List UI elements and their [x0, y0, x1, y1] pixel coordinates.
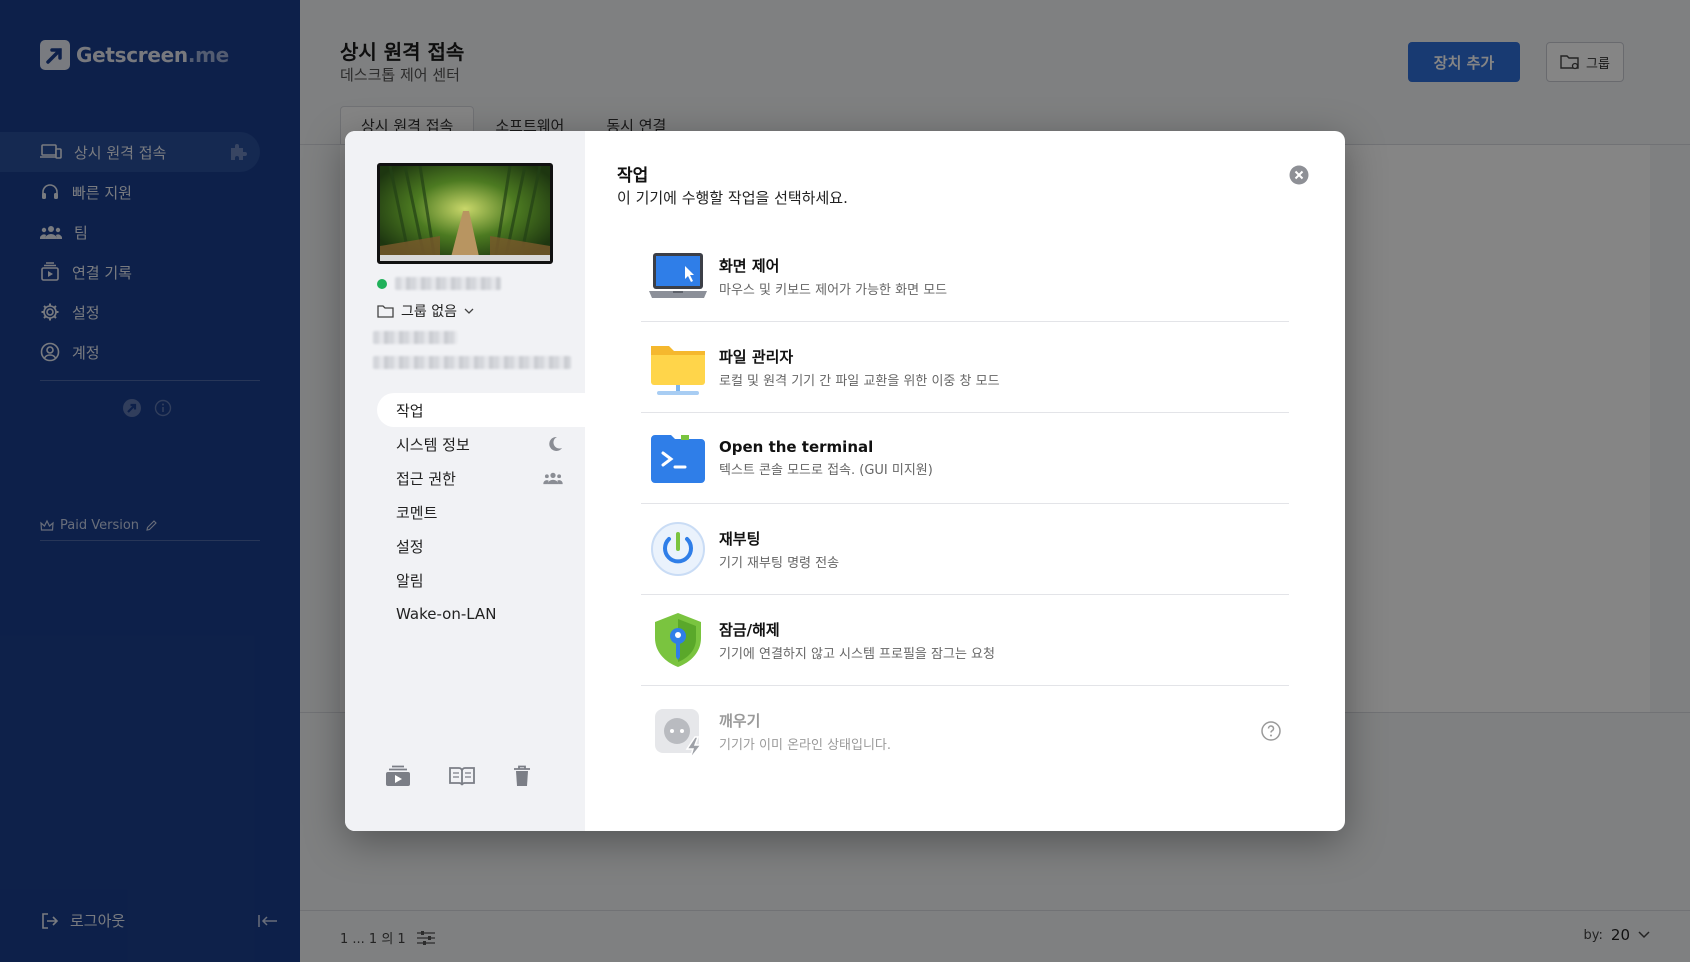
modal-nav-label: 작업 — [396, 401, 424, 420]
device-actions-modal: 그룹 없음 작업 시스템 정보 접근 권한 코멘트 설정 알림 Wake-on-… — [345, 131, 1345, 831]
modal-nav-label: Wake-on-LAN — [396, 605, 497, 623]
action-list: 화면 제어 마우스 및 키보드 제어가 가능한 화면 모드 파일 관리자 로컬 … — [641, 231, 1289, 777]
modal-nav-system-info[interactable]: 시스템 정보 — [377, 427, 585, 461]
action-title: 재부팅 — [719, 529, 761, 548]
device-status — [377, 277, 501, 290]
folder-icon — [651, 346, 705, 395]
action-screen-control[interactable]: 화면 제어 마우스 및 키보드 제어가 가능한 화면 모드 — [641, 231, 1289, 322]
laptop-icon — [649, 253, 707, 298]
modal-nav-label: 설정 — [396, 537, 424, 556]
modal-tools — [385, 765, 531, 787]
book-icon[interactable] — [449, 766, 475, 786]
trash-icon[interactable] — [513, 765, 531, 787]
action-title: 잠금/해제 — [719, 620, 780, 639]
modal-sidebar: 그룹 없음 작업 시스템 정보 접근 권한 코멘트 설정 알림 Wake-on-… — [345, 131, 585, 831]
action-description: 기기가 이미 온라인 상태입니다. — [719, 738, 892, 753]
action-terminal[interactable]: Open the terminal 텍스트 콘솔 모드로 접속. (GUI 미지… — [641, 413, 1289, 504]
modal-nav-access[interactable]: 접근 권한 — [377, 461, 585, 495]
device-screen-thumbnail[interactable] — [377, 163, 553, 264]
folder-icon — [377, 305, 394, 318]
video-recordings-icon[interactable] — [385, 765, 411, 787]
modal-nav-notifications[interactable]: 알림 — [377, 563, 585, 597]
modal-content: 작업 이 기기에 수행할 작업을 선택하세요. 화면 제어 마우스 및 키보드 … — [585, 131, 1345, 831]
bamboo-wallpaper-image — [380, 166, 550, 261]
modal-nav-label: 접근 권한 — [396, 469, 456, 488]
team-icon — [543, 472, 563, 485]
action-file-manager[interactable]: 파일 관리자 로컬 및 원격 기기 간 파일 교환을 위한 이중 창 모드 — [641, 322, 1289, 413]
chevron-down-icon — [464, 308, 474, 314]
modal-nav-label: 알림 — [396, 571, 424, 590]
help-icon[interactable] — [1261, 721, 1281, 741]
shield-key-icon — [655, 613, 701, 667]
power-icon — [651, 522, 705, 576]
action-description: 마우스 및 키보드 제어가 가능한 화면 모드 — [719, 282, 948, 298]
action-description: 로컬 및 원격 기기 간 파일 교환을 위한 이중 창 모드 — [719, 373, 1000, 389]
action-description: 기기에 연결하지 않고 시스템 프로필을 잠그는 요청 — [719, 646, 995, 662]
terminal-icon — [651, 435, 705, 483]
action-title: Open the terminal — [719, 438, 874, 456]
modal-nav-actions[interactable]: 작업 — [377, 393, 585, 427]
plug-icon — [655, 708, 703, 759]
action-description: 기기 재부팅 명령 전송 — [719, 555, 840, 571]
modal-title: 작업 — [617, 166, 649, 186]
modal-nav-wake-on-lan[interactable]: Wake-on-LAN — [377, 597, 585, 631]
modal-nav-label: 시스템 정보 — [396, 435, 470, 454]
action-title: 화면 제어 — [719, 256, 780, 275]
modal-nav-label: 코멘트 — [396, 503, 438, 522]
action-title: 파일 관리자 — [719, 347, 794, 366]
device-name-redacted — [395, 277, 501, 290]
device-os-redacted — [373, 331, 457, 344]
modal-nav-comments[interactable]: 코멘트 — [377, 495, 585, 529]
group-selector-label: 그룹 없음 — [401, 304, 457, 320]
device-info-redacted — [373, 356, 571, 369]
modal-subtitle: 이 기기에 수행할 작업을 선택하세요. — [617, 189, 848, 207]
action-description: 텍스트 콘솔 모드로 접속. (GUI 미지원) — [719, 463, 933, 478]
online-status-dot — [377, 278, 387, 289]
action-lock-unlock[interactable]: 잠금/해제 기기에 연결하지 않고 시스템 프로필을 잠그는 요청 — [641, 595, 1289, 686]
modal-nav-settings[interactable]: 설정 — [377, 529, 585, 563]
action-reboot[interactable]: 재부팅 기기 재부팅 명령 전송 — [641, 504, 1289, 595]
moon-icon — [549, 436, 562, 451]
group-selector[interactable]: 그룹 없음 — [377, 301, 474, 321]
modal-nav: 작업 시스템 정보 접근 권한 코멘트 설정 알림 Wake-on-LAN — [377, 393, 585, 631]
action-wake[interactable]: 깨우기 기기가 이미 온라인 상태입니다. — [641, 686, 1289, 777]
action-title: 깨우기 — [719, 712, 761, 730]
close-icon[interactable] — [1289, 165, 1309, 185]
